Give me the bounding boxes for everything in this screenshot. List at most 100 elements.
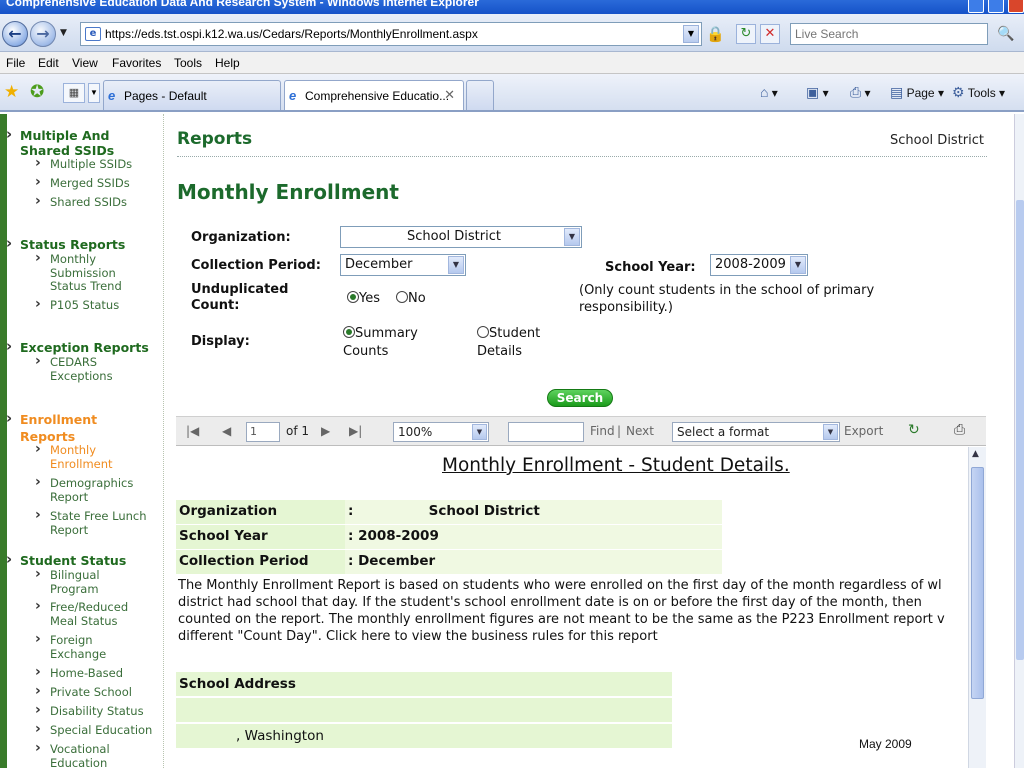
menu-favorites[interactable]: Favorites: [112, 56, 161, 70]
home-icon[interactable]: ⌂ ▾: [760, 84, 778, 100]
sidebar-item-free-reduced-meal-status[interactable]: Free/Reduced Meal Status: [35, 600, 140, 628]
find-link[interactable]: Find: [590, 424, 615, 438]
tab-label: Comprehensive Educatio...: [305, 89, 450, 103]
forward-button[interactable]: →: [30, 21, 56, 47]
sidebar-item-bilingual-program[interactable]: Bilingual Program: [35, 568, 120, 596]
menu-view[interactable]: View: [72, 56, 98, 70]
maximize-button[interactable]: [988, 0, 1004, 13]
radio-selected-icon[interactable]: [343, 326, 355, 338]
no-label: No: [408, 291, 426, 306]
export-format-select[interactable]: Select a format ▼: [672, 422, 840, 442]
sidebar-nav: Multiple And Shared SSIDs Multiple SSIDs…: [0, 114, 164, 768]
report-viewer-toolbar: |◀ ◀ 1 of 1 ▶ ▶| 100% ▼ Find | Next Sele…: [176, 416, 986, 446]
sidebar-item-p105-status[interactable]: P105 Status: [35, 298, 119, 313]
menu-edit[interactable]: Edit: [38, 56, 59, 70]
chevron-down-icon[interactable]: ▼: [790, 256, 806, 274]
chevron-down-icon[interactable]: ▼: [448, 256, 464, 274]
sidebar-item-vocational-education[interactable]: Vocational Education: [35, 742, 130, 768]
new-tab-button[interactable]: [466, 80, 494, 110]
display-student-details-radio[interactable]: Student Details: [477, 325, 540, 361]
search-button[interactable]: Search: [547, 389, 613, 407]
sidebar-item-state-free-lunch-report[interactable]: State Free Lunch Report: [35, 509, 155, 537]
back-button[interactable]: ←: [2, 21, 28, 47]
close-window-button[interactable]: [1008, 0, 1024, 13]
lock-icon[interactable]: 🔒: [706, 26, 725, 42]
refresh-report-icon[interactable]: ↻: [908, 422, 920, 438]
organization-select[interactable]: School District ▼: [340, 226, 582, 248]
live-search-box[interactable]: [790, 23, 988, 45]
page-scroll-thumb[interactable]: [1016, 200, 1024, 660]
print-report-icon[interactable]: ⎙: [954, 422, 965, 438]
close-tab-icon[interactable]: ✕: [444, 87, 455, 103]
radio-unselected-icon[interactable]: [477, 326, 489, 338]
menu-tools[interactable]: Tools: [174, 56, 202, 70]
school-year-label: School Year:: [605, 260, 696, 275]
collection-period-select[interactable]: December ▼: [340, 254, 466, 276]
live-search-input[interactable]: [795, 25, 985, 43]
description-line: counted on the report. The monthly enrol…: [178, 612, 945, 627]
recent-pages-dropdown[interactable]: ▼: [60, 28, 67, 38]
print-icon[interactable]: ⎙ ▾: [850, 84, 871, 101]
page-icon: ▤: [890, 84, 904, 100]
sidebar-item-disability-status[interactable]: Disability Status: [35, 704, 144, 719]
first-page-icon[interactable]: |◀: [186, 424, 199, 438]
tools-menu-button[interactable]: ⚙ Tools ▾: [952, 84, 1005, 101]
unduplicated-no-radio[interactable]: No: [396, 290, 426, 308]
menu-help[interactable]: Help: [215, 56, 240, 70]
sidebar-section-enrollment-reports[interactable]: Enrollment Reports: [6, 410, 110, 445]
tab-comprehensive-education[interactable]: e Comprehensive Educatio... ✕: [284, 80, 464, 110]
sidebar-item-demographics-report[interactable]: Demographics Report: [35, 476, 140, 504]
sidebar-item-multiple-ssids[interactable]: Multiple SSIDs: [35, 157, 132, 172]
page-scrollbar[interactable]: [1014, 114, 1024, 768]
next-link[interactable]: Next: [626, 424, 654, 438]
last-page-icon[interactable]: ▶|: [349, 424, 362, 438]
page-number-input[interactable]: 1: [246, 422, 280, 442]
scroll-up-icon[interactable]: ▲: [972, 449, 979, 459]
add-favorites-icon[interactable]: ✪: [30, 82, 44, 102]
radio-selected-icon[interactable]: [347, 291, 359, 303]
sidebar-item-merged-ssids[interactable]: Merged SSIDs: [35, 176, 130, 191]
feeds-icon[interactable]: ▣ ▾: [806, 84, 829, 101]
scroll-thumb[interactable]: [971, 467, 984, 699]
sidebar-item-foreign-exchange[interactable]: Foreign Exchange: [35, 633, 120, 661]
sidebar-item-monthly-submission-status-trend[interactable]: Monthly Submission Status Trend: [35, 252, 130, 294]
refresh-icon[interactable]: ↻: [736, 24, 756, 44]
address-toolbar: ← → ▼ e https://eds.tst.ospi.k12.wa.us/C…: [0, 14, 1024, 52]
chevron-down-icon[interactable]: ▼: [564, 228, 580, 246]
previous-page-icon[interactable]: ◀: [222, 424, 231, 438]
sidebar-section-multiple-shared-ssids[interactable]: Multiple And Shared SSIDs: [6, 127, 130, 158]
tab-pages-default[interactable]: e Pages - Default: [103, 80, 281, 110]
url-text[interactable]: https://eds.tst.ospi.k12.wa.us/Cedars/Re…: [105, 27, 478, 41]
quick-tabs-icon[interactable]: ▦: [63, 83, 85, 103]
sidebar-item-private-school[interactable]: Private School: [35, 685, 132, 700]
favorites-star-icon[interactable]: ★: [4, 82, 19, 102]
menu-file[interactable]: File: [6, 56, 25, 70]
school-year-select[interactable]: 2008-2009 ▼: [710, 254, 808, 276]
export-link[interactable]: Export: [844, 424, 883, 438]
report-scrollbar[interactable]: ▲: [968, 447, 986, 768]
sidebar-item-special-education[interactable]: Special Education: [35, 723, 152, 738]
display-summary-counts-radio[interactable]: Summary Counts: [343, 325, 418, 361]
minimize-button[interactable]: [968, 0, 984, 13]
chevron-down-icon[interactable]: ▼: [823, 424, 838, 440]
stop-icon[interactable]: ✕: [760, 24, 780, 44]
sidebar-item-monthly-enrollment[interactable]: Monthly Enrollment: [35, 443, 120, 471]
unduplicated-yes-radio[interactable]: Yes: [347, 290, 380, 308]
report-title: Monthly Enrollment - Student Details.: [442, 455, 790, 476]
radio-unselected-icon[interactable]: [396, 291, 408, 303]
description-line: district had school that day. If the stu…: [178, 595, 922, 610]
page-menu-button[interactable]: ▤ Page ▾: [890, 84, 944, 101]
search-icon[interactable]: 🔍: [990, 24, 1022, 44]
sidebar-item-shared-ssids[interactable]: Shared SSIDs: [35, 195, 127, 210]
address-field[interactable]: e https://eds.tst.ospi.k12.wa.us/Cedars/…: [80, 22, 702, 46]
sidebar-item-home-based[interactable]: Home-Based: [35, 666, 123, 681]
next-page-icon[interactable]: ▶: [321, 424, 330, 438]
find-input[interactable]: [508, 422, 584, 442]
zoom-value: 100%: [398, 425, 433, 439]
sidebar-item-cedars-exceptions[interactable]: CEDARS Exceptions: [35, 355, 120, 383]
chevron-down-icon[interactable]: ▼: [472, 424, 487, 440]
school-address-table: School Address , Washington: [176, 672, 672, 750]
tab-list-dropdown[interactable]: ▼: [88, 83, 100, 103]
address-dropdown-icon[interactable]: ▼: [683, 25, 699, 43]
zoom-select[interactable]: 100% ▼: [393, 422, 489, 442]
